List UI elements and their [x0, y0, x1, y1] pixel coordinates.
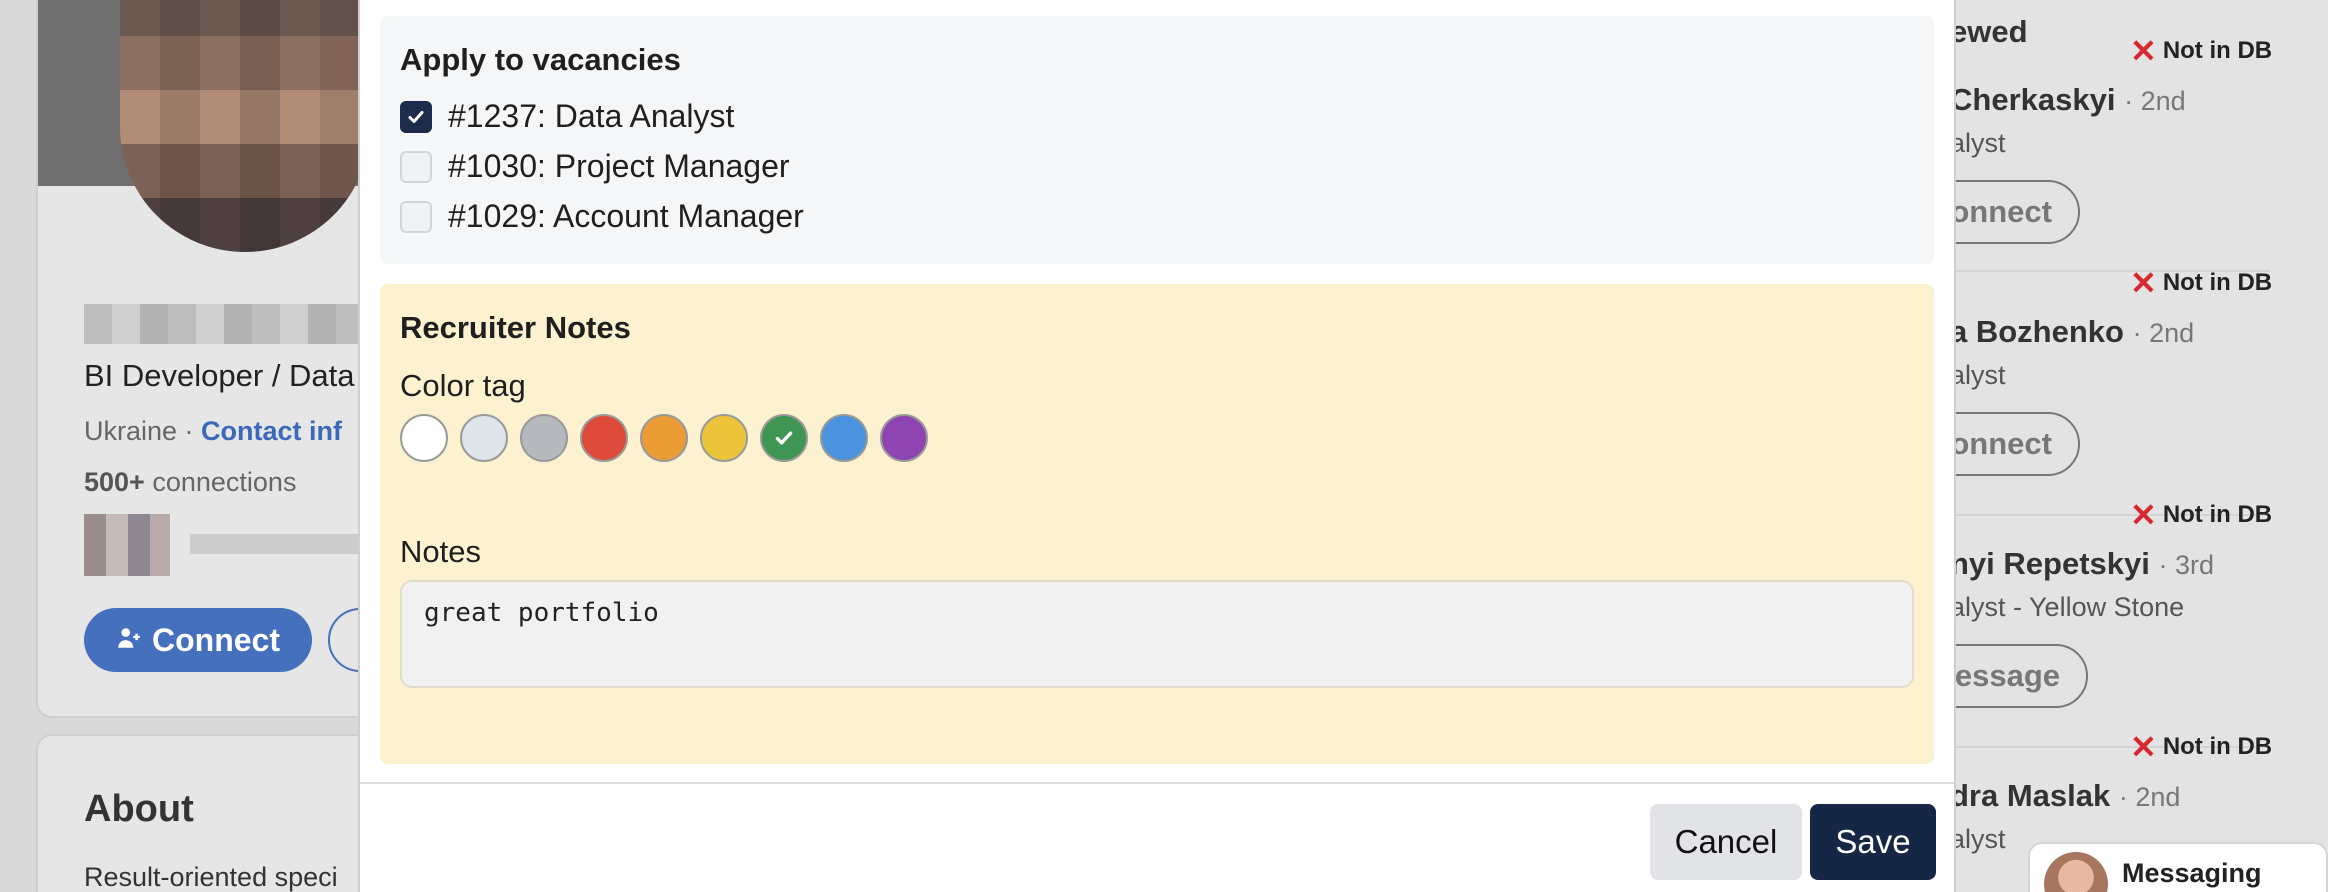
profile-location: Ukraine · Contact inf — [84, 416, 342, 447]
vacancies-title: Apply to vacancies — [400, 42, 681, 77]
checkmark-icon — [775, 431, 793, 445]
color-swatch-orange[interactable] — [640, 414, 688, 462]
about-text: Result-oriented speci — [84, 862, 338, 892]
color-swatch-yellow[interactable] — [700, 414, 748, 462]
person-name[interactable]: dra Maslak · 2nd — [1950, 778, 2180, 814]
vacancy-option[interactable]: #1237: Data Analyst — [400, 98, 734, 135]
color-tag-picker — [400, 414, 928, 462]
notes-label: Notes — [400, 534, 481, 569]
notes-textarea[interactable]: great portfolio — [400, 580, 1914, 688]
recruiter-notes-section: Recruiter Notes Color tag Notes great po… — [380, 284, 1934, 764]
person-name[interactable]: nyi Repetskyi · 3rd — [1950, 546, 2214, 582]
color-swatch-blue[interactable] — [820, 414, 868, 462]
color-swatch-purple[interactable] — [880, 414, 928, 462]
vacancy-checkbox[interactable] — [400, 150, 432, 183]
connections-count: 500+ — [84, 467, 145, 497]
messaging-label: Messaging — [2122, 858, 2262, 888]
messaging-bar[interactable]: Messaging — [2028, 842, 2328, 892]
vacancy-label: #1030: Project Manager — [448, 148, 790, 184]
cancel-button[interactable]: Cancel — [1650, 804, 1802, 880]
vacancies-section: Apply to vacancies #1237: Data Analyst #… — [380, 16, 1934, 264]
profile-avatar — [120, 0, 370, 252]
connections-label: connections — [152, 467, 297, 497]
color-swatch-gray[interactable] — [520, 414, 568, 462]
mutual-text-redacted — [190, 534, 360, 554]
vacancy-option[interactable]: #1030: Project Manager — [400, 148, 790, 185]
x-icon: ✕ — [2130, 729, 2157, 765]
person-name[interactable]: a Bozhenko · 2nd — [1950, 314, 2194, 350]
x-icon: ✕ — [2130, 497, 2157, 533]
recruiter-notes-title: Recruiter Notes — [400, 310, 631, 345]
contact-info-link[interactable]: Contact inf — [201, 416, 342, 446]
not-in-db-badge: ✕ Not in DB — [2130, 729, 2273, 765]
vacancy-label: #1237: Data Analyst — [448, 98, 735, 134]
person-role: alyst — [1950, 128, 2006, 158]
color-swatch-white[interactable] — [400, 414, 448, 462]
footer-divider — [360, 782, 1954, 784]
person-role: alyst - Yellow Stone — [1950, 592, 2185, 622]
profile-headline: BI Developer / Data — [84, 358, 355, 393]
right-panel-title: ewed — [1950, 14, 2028, 49]
add-person-icon — [116, 622, 142, 659]
vacancy-label: #1029: Account Manager — [448, 198, 804, 234]
person-name[interactable]: Cherkaskyi · 2nd — [1950, 82, 2186, 118]
x-icon: ✕ — [2130, 33, 2157, 69]
color-tag-label: Color tag — [400, 368, 526, 403]
vacancy-checkbox[interactable] — [400, 100, 432, 133]
profile-connections: 500+ connections — [84, 467, 296, 498]
vacancy-option[interactable]: #1029: Account Manager — [400, 198, 804, 235]
connect-button-label: Connect — [152, 621, 280, 658]
color-swatch-red[interactable] — [580, 414, 628, 462]
save-button[interactable]: Save — [1810, 804, 1936, 880]
connect-button[interactable]: Connect — [84, 608, 312, 672]
checkmark-icon — [408, 110, 424, 123]
not-in-db-badge: ✕ Not in DB — [2130, 497, 2273, 533]
about-title: About — [84, 788, 194, 830]
not-in-db-badge: ✕ Not in DB — [2130, 33, 2273, 69]
x-icon: ✕ — [2130, 265, 2157, 301]
profile-name-redacted — [84, 304, 384, 344]
color-swatch-light-blue-gray[interactable] — [460, 414, 508, 462]
not-in-db-badge: ✕ Not in DB — [2130, 265, 2273, 301]
color-swatch-green[interactable] — [760, 414, 808, 462]
vacancy-checkbox[interactable] — [400, 200, 432, 233]
messaging-avatar — [2044, 852, 2108, 892]
mutual-avatars — [84, 514, 170, 576]
person-role: alyst — [1950, 824, 2006, 854]
person-role: alyst — [1950, 360, 2006, 390]
candidate-modal: Apply to vacancies #1237: Data Analyst #… — [358, 0, 1956, 892]
location-text: Ukraine · — [84, 416, 194, 446]
